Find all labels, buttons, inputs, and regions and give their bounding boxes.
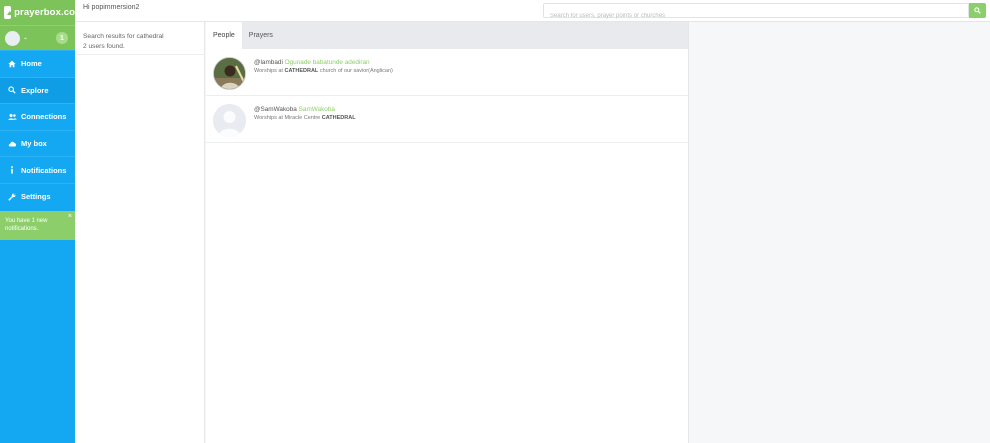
user-fullname-link[interactable]: Ogunade babatunde adediran <box>285 59 370 66</box>
list-item[interactable]: @SamWakoba SamWakoba Worships at Miracle… <box>206 96 688 143</box>
sidebar-item-settings[interactable]: Settings <box>0 182 75 210</box>
divider <box>75 54 205 55</box>
worship-prefix: Worships at Miracle Centre <box>254 115 321 121</box>
results-tabs: People Prayers <box>206 22 688 49</box>
notification-count-badge[interactable]: 1 <box>56 32 68 44</box>
info-icon <box>6 166 18 174</box>
person-photo-icon <box>214 58 245 89</box>
sidebar-item-label: Explore <box>21 85 49 95</box>
search-box[interactable] <box>543 3 969 23</box>
church-name-rest: church of our savior(Anglican) <box>319 68 393 74</box>
cloud-icon <box>6 140 18 147</box>
sidebar-item-label: Connections <box>21 112 67 122</box>
notification-alert-text: You have 1 new notifications. <box>5 218 48 232</box>
tab-prayers[interactable]: Prayers <box>242 22 280 49</box>
result-church: Worships at Miracle Centre CATHEDRAL <box>254 115 356 121</box>
search-highlight: CATHEDRAL <box>284 68 319 74</box>
sidebar-item-connections[interactable]: Connections <box>0 103 75 130</box>
greeting-text: Hi popimmersion2 <box>83 4 140 11</box>
sidebar-item-notifications[interactable]: Notifications <box>0 156 75 183</box>
sidebar: prayerbox.co - 1 Home Explore Connection… <box>0 0 75 443</box>
search-button[interactable] <box>969 3 986 18</box>
results-count-text: 2 users found. <box>83 42 125 50</box>
sidebar-item-label: My box <box>21 139 47 149</box>
user-handle-link[interactable]: @SamWakoba <box>254 106 297 113</box>
results-query-text: Search results for cathedral <box>83 33 164 40</box>
logo-icon <box>4 6 12 19</box>
search-icon <box>6 86 18 95</box>
wrench-icon <box>6 193 18 201</box>
avatar[interactable] <box>213 104 246 137</box>
users-icon <box>6 113 18 121</box>
sidebar-item-label: Settings <box>21 192 51 202</box>
search-highlight: CATHEDRAL <box>321 115 356 121</box>
tab-people[interactable]: People <box>206 22 242 49</box>
user-name: - <box>24 33 27 43</box>
result-title: @SamWakoba SamWakoba <box>254 106 335 113</box>
sidebar-item-my-box[interactable]: My box <box>0 129 75 157</box>
default-avatar-icon <box>213 104 246 137</box>
sidebar-item-explore[interactable]: Explore <box>0 76 75 104</box>
sidebar-item-home[interactable]: Home <box>0 50 75 77</box>
user-avatar[interactable] <box>5 30 20 46</box>
search-input[interactable] <box>544 9 968 23</box>
search-results-main: People Prayers @lambadi Ogunade babatund… <box>206 22 689 443</box>
avatar[interactable] <box>213 57 246 90</box>
user-handle-link[interactable]: @lambadi <box>254 59 283 66</box>
close-icon[interactable]: × <box>68 213 72 221</box>
user-fullname-link[interactable]: SamWakoba <box>299 106 335 113</box>
sidebar-item-label: Notifications <box>21 165 67 175</box>
top-bar: Hi popimmersion2 <box>75 0 990 23</box>
home-icon <box>6 60 18 68</box>
search-icon <box>974 7 981 14</box>
worship-prefix: Worships at <box>254 68 283 74</box>
sidebar-item-label: Home <box>21 59 42 69</box>
result-title: @lambadi Ogunade babatunde adediran <box>254 59 370 66</box>
brand-name: prayerbox.co <box>14 7 75 18</box>
result-church: Worships at CATHEDRAL church of our savi… <box>254 68 393 74</box>
results-summary-panel: Search results for cathedral 2 users fou… <box>75 22 205 443</box>
list-item[interactable]: @lambadi Ogunade babatunde adediran Wors… <box>206 49 688 96</box>
notification-alert[interactable]: You have 1 new notifications. × <box>0 211 75 240</box>
brand-logo-link[interactable]: prayerbox.co <box>0 0 75 25</box>
user-menu[interactable]: - 1 <box>0 25 75 50</box>
